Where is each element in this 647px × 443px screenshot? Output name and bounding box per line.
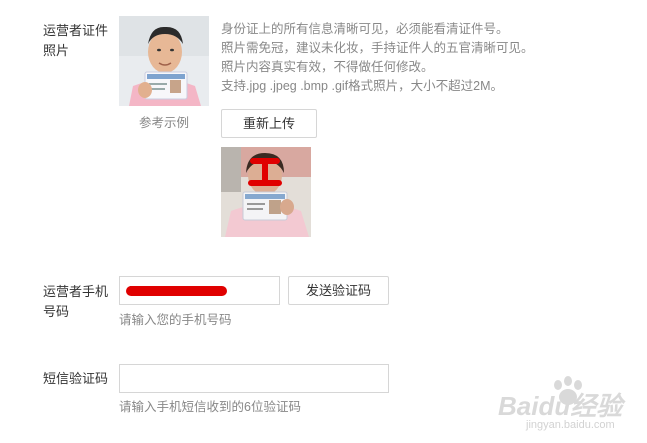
phone-label-line2: 号码 (43, 304, 70, 319)
sms-code-input[interactable] (119, 364, 389, 393)
example-id-photo (119, 16, 209, 106)
reupload-button[interactable]: 重新上传 (221, 109, 317, 138)
phone-input[interactable]: 13420261002 (119, 276, 280, 305)
watermark-domain: jingyan.baidu.com (526, 419, 615, 431)
phone-redaction (126, 286, 227, 296)
example-photo-image (119, 16, 209, 106)
requirement-line: 身份证上的所有信息清晰可见，必须能看清证件号。 (221, 22, 509, 36)
operator-photo-label-line2: 照片 (43, 43, 70, 58)
photo-requirements: 身份证上的所有信息清晰可见，必须能看清证件号。 照片需免冠，建议未化妆，手持证件… (221, 20, 551, 96)
requirement-line: 支持.jpg .jpeg .bmp .gif格式照片，大小不超过2M。 (221, 79, 504, 93)
sms-code-hint: 请输入手机短信收到的6位验证码 (119, 400, 301, 414)
send-code-button[interactable]: 发送验证码 (288, 276, 389, 305)
watermark-brand: Baidu经验 (498, 391, 623, 421)
uploaded-photo-image (221, 147, 311, 237)
requirement-line: 照片内容真实有效，不得做任何修改。 (221, 60, 434, 74)
example-caption: 参考示例 (138, 116, 189, 130)
phone-label-line1: 运营者手机 (43, 284, 109, 299)
phone-label: 运营者手机 号码 (43, 282, 108, 322)
baidu-watermark: Baidu经验 jingyan.baidu.com (498, 376, 643, 438)
requirement-line: 照片需免冠，建议未化妆，手持证件人的五官清晰可见。 (221, 41, 534, 55)
phone-hint: 请输入您的手机号码 (119, 313, 232, 327)
operator-photo-label-line1: 运营者证件 (43, 23, 109, 38)
uploaded-id-photo (221, 147, 311, 237)
operator-photo-label: 运营者证件 照片 (43, 21, 108, 61)
sms-code-label: 短信验证码 (43, 371, 109, 386)
